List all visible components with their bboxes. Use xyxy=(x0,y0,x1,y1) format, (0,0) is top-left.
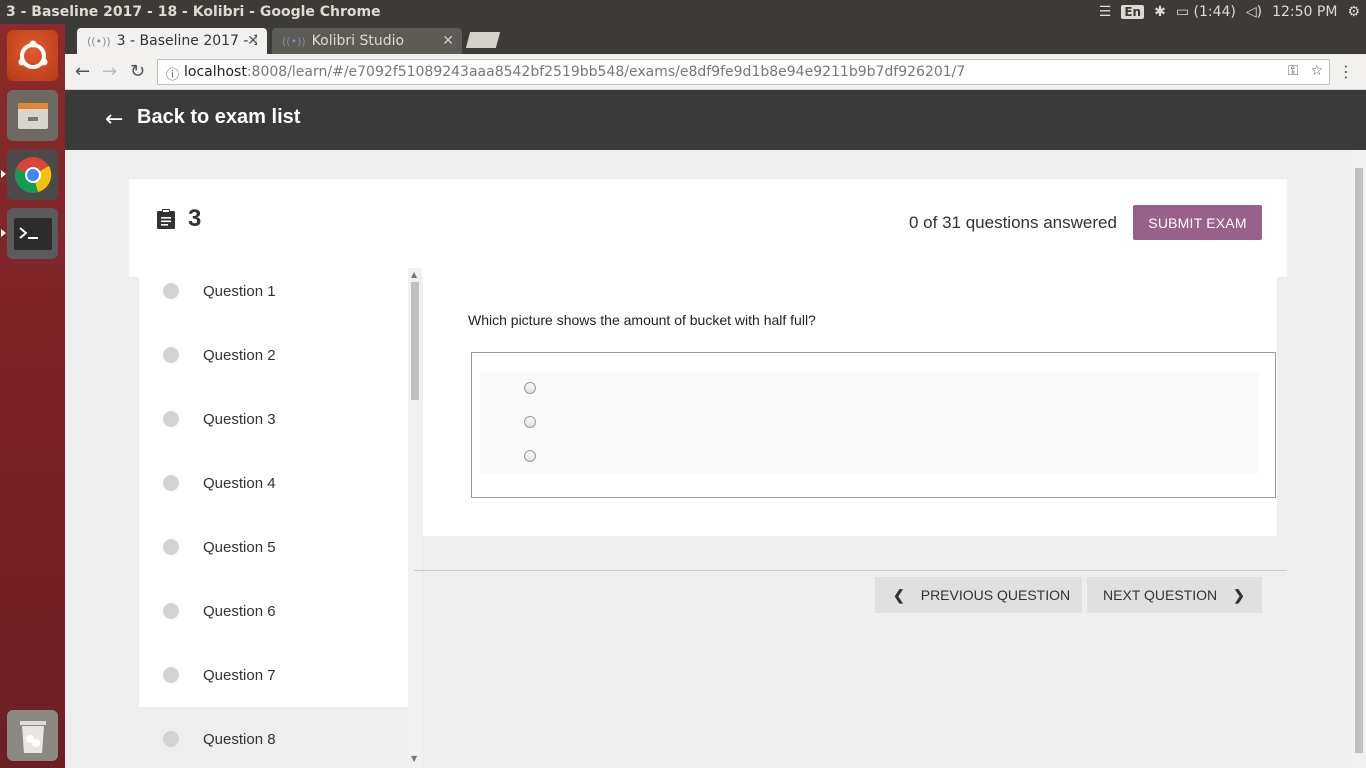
unanswered-status-icon xyxy=(163,603,179,619)
question-list-item[interactable]: Question 4 xyxy=(139,451,408,515)
battery-icon: ▭ xyxy=(1175,4,1190,20)
trash-icon[interactable] xyxy=(7,710,58,761)
keyboard-layout-indicator[interactable]: En xyxy=(1121,5,1145,19)
key-icon[interactable]: ⚿ xyxy=(1288,63,1299,79)
close-icon[interactable]: ✕ xyxy=(247,33,259,49)
kolibri-studio-tab-icon: ((•)) xyxy=(282,34,306,48)
chevron-right-icon: ❯ xyxy=(1233,586,1245,603)
url-host: localhost xyxy=(184,64,247,80)
volume-icon[interactable]: ◁) xyxy=(1246,4,1262,20)
unanswered-status-icon xyxy=(163,731,179,747)
unanswered-status-icon xyxy=(163,475,179,491)
scrollbar-thumb[interactable] xyxy=(411,282,419,400)
app-bar: ← Back to exam list xyxy=(65,90,1366,150)
question-list-item[interactable]: Question 6 xyxy=(139,579,408,643)
arrow-left-icon[interactable]: ← xyxy=(105,107,123,132)
answer-option-radio[interactable] xyxy=(524,450,536,462)
system-indicators: ☰ En ✱ ▭ (1:44) ◁) 12:50 PM ⚙ xyxy=(1099,0,1360,24)
answer-options xyxy=(480,372,1259,474)
url-path: :8008/learn/#/e7092f51089243aaa8542bf251… xyxy=(246,64,966,80)
question-label: Question 1 xyxy=(203,282,276,300)
question-list-item[interactable]: Question 3 xyxy=(139,387,408,451)
tab-kolibri-studio[interactable]: ((•)) Kolibri Studio ✕ xyxy=(272,28,462,54)
unanswered-status-icon xyxy=(163,667,179,683)
browser-toolbar: ← → ↻ ⓘ localhost:8008/learn/#/e7092f510… xyxy=(65,54,1366,90)
question-list-item[interactable]: Question 1 xyxy=(139,268,408,323)
wifi-icon[interactable]: ☰ xyxy=(1099,4,1112,20)
previous-question-button[interactable]: ❮ PREVIOUS QUESTION xyxy=(875,577,1082,613)
tab-label: Kolibri Studio xyxy=(311,33,405,49)
unanswered-status-icon xyxy=(163,411,179,427)
question-label: Question 6 xyxy=(203,602,276,620)
battery-indicator[interactable]: ▭ (1:44) xyxy=(1176,4,1236,20)
back-to-exam-list-link[interactable]: Back to exam list xyxy=(137,106,300,129)
scroll-down-arrow-icon[interactable]: ▼ xyxy=(411,754,417,763)
unanswered-status-icon xyxy=(163,347,179,363)
question-list-item[interactable]: Question 7 xyxy=(139,643,408,707)
clock[interactable]: 12:50 PM xyxy=(1272,4,1337,20)
question-label: Question 5 xyxy=(203,538,276,556)
window-title: 3 - Baseline 2017 - 18 - Kolibri - Googl… xyxy=(6,4,381,20)
bluetooth-icon[interactable]: ✱ xyxy=(1154,4,1166,20)
chrome-icon[interactable] xyxy=(7,149,58,200)
answer-area xyxy=(471,352,1276,498)
chevron-left-icon: ❮ xyxy=(893,586,905,603)
question-list-item[interactable]: Question 5 xyxy=(139,515,408,579)
unanswered-status-icon xyxy=(163,283,179,299)
kolibri-tab-icon: ((•)) xyxy=(87,34,111,48)
files-icon[interactable] xyxy=(7,90,58,141)
os-top-panel: 3 - Baseline 2017 - 18 - Kolibri - Googl… xyxy=(0,0,1366,24)
forward-arrow-icon[interactable]: → xyxy=(102,61,117,82)
question-label: Question 3 xyxy=(203,410,276,428)
star-icon[interactable]: ☆ xyxy=(1310,63,1323,79)
question-list-item[interactable]: Question 2 xyxy=(139,323,408,387)
question-prompt: Which picture shows the amount of bucket… xyxy=(468,312,816,328)
question-label: Question 4 xyxy=(203,474,276,492)
next-question-label: NEXT QUESTION xyxy=(1103,587,1218,603)
reload-icon[interactable]: ↻ xyxy=(130,61,145,82)
unanswered-status-icon xyxy=(163,539,179,555)
gear-icon[interactable]: ⚙ xyxy=(1347,4,1360,20)
battery-time: (1:44) xyxy=(1193,4,1236,20)
question-list-scrollbar[interactable]: ▲ ▼ xyxy=(408,268,422,768)
submit-exam-button[interactable]: SUBMIT EXAM xyxy=(1133,205,1262,240)
previous-question-label: PREVIOUS QUESTION xyxy=(920,587,1071,603)
question-list: Question 1 Question 2 Question 3 Question 4… xyxy=(139,268,408,768)
ubuntu-dash-icon[interactable] xyxy=(7,30,58,81)
question-list-item[interactable]: Question 8 xyxy=(139,707,408,768)
web-page: ← Back to exam list 3 0 of 31 questions … xyxy=(65,90,1366,768)
tab-label: 3 - Baseline 2017 - 1 xyxy=(116,33,257,49)
info-icon[interactable]: ⓘ xyxy=(166,64,179,83)
new-tab-button[interactable] xyxy=(465,32,501,48)
exam-header: 3 0 of 31 questions answered SUBMIT EXAM xyxy=(129,179,1287,277)
unity-launcher xyxy=(0,24,65,768)
divider xyxy=(414,570,1287,571)
next-question-button[interactable]: NEXT QUESTION ❯ xyxy=(1087,577,1262,613)
questions-answered-count: 0 of 31 questions answered xyxy=(909,213,1117,232)
tab-exam[interactable]: ((•)) 3 - Baseline 2017 - 1 ✕ xyxy=(77,28,267,54)
page-scrollbar[interactable] xyxy=(1352,150,1366,768)
answer-option-radio[interactable] xyxy=(524,416,536,428)
question-label: Question 8 xyxy=(203,730,276,748)
terminal-icon[interactable] xyxy=(7,208,58,259)
question-content: Which picture shows the amount of bucket… xyxy=(423,277,1277,536)
launcher-running-indicator-terminal xyxy=(1,229,6,237)
back-arrow-icon[interactable]: ← xyxy=(75,61,90,82)
answer-option-radio[interactable] xyxy=(524,382,536,394)
omnibox-actions: ⚿ ☆ xyxy=(1288,63,1323,79)
address-bar[interactable]: ⓘ localhost:8008/learn/#/e7092f51089243a… xyxy=(157,59,1330,85)
browser-tab-strip: ((•)) 3 - Baseline 2017 - 1 ✕ ((•)) Koli… xyxy=(65,24,1366,54)
more-menu-icon[interactable]: ⋮ xyxy=(1338,62,1354,81)
question-label: Question 2 xyxy=(203,346,276,364)
close-icon[interactable]: ✕ xyxy=(442,33,454,49)
clipboard-icon xyxy=(157,209,175,229)
exam-title: 3 xyxy=(188,205,202,232)
launcher-running-indicator xyxy=(1,170,6,178)
scrollbar-thumb[interactable] xyxy=(1355,168,1363,753)
question-label: Question 7 xyxy=(203,666,276,684)
scroll-up-arrow-icon[interactable]: ▲ xyxy=(411,270,417,279)
